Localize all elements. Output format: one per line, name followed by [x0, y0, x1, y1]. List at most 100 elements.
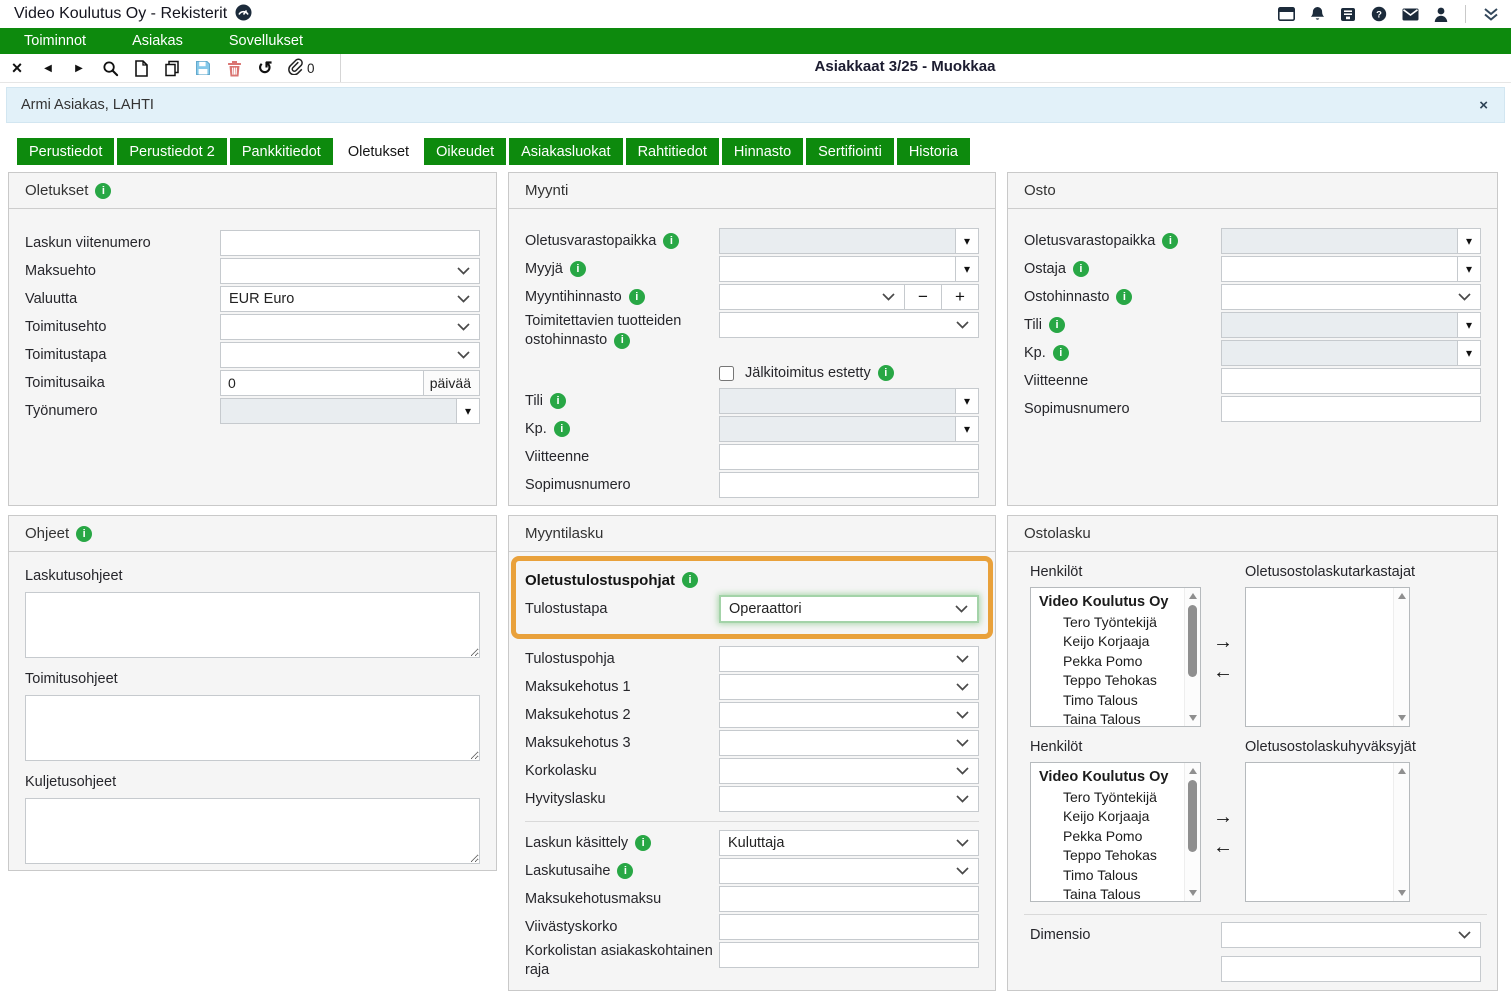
- myyja-dropdown-button[interactable]: ▾: [955, 256, 979, 282]
- henkilot-listbox-tarkastajat[interactable]: Video Koulutus Oy Tero Työntekijä Keijo …: [1030, 587, 1201, 727]
- info-icon[interactable]: i: [878, 365, 894, 381]
- mail-icon[interactable]: [1402, 8, 1419, 21]
- list-item[interactable]: Pekka Pomo: [1039, 652, 1180, 672]
- myynti-sopimusnumero-input[interactable]: [719, 472, 979, 498]
- list-item[interactable]: Teppo Tehokas: [1039, 846, 1180, 866]
- list-item[interactable]: Tero Työntekijä: [1039, 788, 1180, 808]
- list-item[interactable]: Timo Talous: [1039, 691, 1180, 711]
- copy-icon[interactable]: [163, 57, 181, 79]
- tab-pankkitiedot[interactable]: Pankkitiedot: [230, 138, 333, 165]
- scrollbar[interactable]: [1393, 763, 1409, 901]
- tulostuspohja-select[interactable]: [719, 646, 979, 672]
- ostohinnasto-select[interactable]: [1221, 284, 1481, 310]
- hyvaksyjat-listbox[interactable]: [1245, 762, 1410, 902]
- collapse-chevrons-icon[interactable]: [1483, 7, 1499, 21]
- menu-toiminnot[interactable]: Toiminnot: [24, 33, 86, 49]
- move-left-icon[interactable]: ←: [1213, 662, 1233, 682]
- list-item[interactable]: Taina Talous: [1039, 885, 1180, 902]
- info-icon[interactable]: i: [614, 333, 630, 349]
- help-icon[interactable]: ?: [1371, 6, 1387, 22]
- tab-asiakasluokat[interactable]: Asiakasluokat: [509, 138, 622, 165]
- toimitettavien-ostohinnasto-select[interactable]: [719, 312, 979, 338]
- info-icon[interactable]: i: [629, 289, 645, 305]
- cutoff-input[interactable]: [1221, 956, 1481, 982]
- tab-oikeudet[interactable]: Oikeudet: [424, 138, 506, 165]
- myynti-oletusvarastopaikka-dropdown-button[interactable]: ▾: [955, 228, 979, 254]
- nav-prev-icon[interactable]: ◀: [39, 57, 57, 79]
- myynti-tili-combobox[interactable]: [719, 388, 955, 414]
- scroll-down-icon[interactable]: [1398, 890, 1406, 896]
- tab-sertifiointi[interactable]: Sertifiointi: [806, 138, 894, 165]
- myyntihinnasto-increment-button[interactable]: +: [941, 284, 979, 310]
- info-icon[interactable]: i: [76, 526, 92, 542]
- scroll-up-icon[interactable]: [1398, 768, 1406, 774]
- list-item-company[interactable]: Video Koulutus Oy: [1039, 593, 1180, 613]
- user-icon[interactable]: [1434, 7, 1448, 22]
- scroll-up-icon[interactable]: [1189, 593, 1197, 599]
- scroll-down-icon[interactable]: [1189, 890, 1197, 896]
- move-left-icon[interactable]: ←: [1213, 837, 1233, 857]
- scroll-up-icon[interactable]: [1398, 593, 1406, 599]
- move-right-icon[interactable]: →: [1213, 632, 1233, 652]
- window-icon[interactable]: [1278, 7, 1295, 21]
- attachments-button[interactable]: 0: [287, 58, 315, 78]
- laskun-viitenumero-input[interactable]: [220, 230, 480, 256]
- kuljetusohjeet-textarea[interactable]: [25, 798, 480, 864]
- info-icon[interactable]: i: [1053, 345, 1069, 361]
- bell-icon[interactable]: [1310, 6, 1325, 22]
- scrollbar[interactable]: [1184, 588, 1200, 726]
- osto-oletusvarastopaikka-combobox[interactable]: [1221, 228, 1457, 254]
- laskutusaihe-select[interactable]: [719, 858, 979, 884]
- info-icon[interactable]: i: [682, 572, 698, 588]
- info-icon[interactable]: i: [635, 835, 651, 851]
- tyonumero-dropdown-button[interactable]: ▾: [456, 398, 480, 424]
- tab-perustiedot-2[interactable]: Perustiedot 2: [117, 138, 226, 165]
- henkilot-listbox-hyvaksyjat[interactable]: Video Koulutus Oy Tero Työntekijä Keijo …: [1030, 762, 1201, 902]
- viivastyskorko-input[interactable]: [719, 914, 979, 940]
- menu-sovellukset[interactable]: Sovellukset: [229, 33, 303, 49]
- dimensio-select[interactable]: [1221, 922, 1481, 948]
- maksuehto-select[interactable]: [220, 258, 480, 284]
- osto-tili-dropdown-button[interactable]: ▾: [1457, 312, 1481, 338]
- list-item[interactable]: Teppo Tehokas: [1039, 671, 1180, 691]
- myynti-kp-dropdown-button[interactable]: ▾: [955, 416, 979, 442]
- scroll-thumb[interactable]: [1188, 605, 1197, 677]
- list-item[interactable]: Tero Työntekijä: [1039, 613, 1180, 633]
- myynti-viitteenne-input[interactable]: [719, 444, 979, 470]
- info-icon[interactable]: i: [1162, 233, 1178, 249]
- toimitusehto-select[interactable]: [220, 314, 480, 340]
- toolbar-close-icon[interactable]: ×: [8, 57, 26, 79]
- osto-viitteenne-input[interactable]: [1221, 368, 1481, 394]
- delete-icon[interactable]: [225, 57, 243, 79]
- info-icon[interactable]: i: [95, 183, 111, 199]
- list-item[interactable]: Keijo Korjaaja: [1039, 807, 1180, 827]
- osto-kp-combobox[interactable]: [1221, 340, 1457, 366]
- info-icon[interactable]: i: [617, 863, 633, 879]
- maksukehotus1-select[interactable]: [719, 674, 979, 700]
- osto-sopimusnumero-input[interactable]: [1221, 396, 1481, 422]
- toimitusaika-input[interactable]: [220, 370, 424, 396]
- info-icon[interactable]: i: [550, 393, 566, 409]
- valuutta-select[interactable]: EUR Euro: [220, 286, 480, 312]
- ostaja-dropdown-button[interactable]: ▾: [1457, 256, 1481, 282]
- tab-rahtitiedot[interactable]: Rahtitiedot: [626, 138, 719, 165]
- scroll-thumb[interactable]: [1188, 780, 1197, 852]
- list-item[interactable]: Taina Talous: [1039, 710, 1180, 727]
- korkolasku-select[interactable]: [719, 758, 979, 784]
- scroll-down-icon[interactable]: [1189, 715, 1197, 721]
- scroll-down-icon[interactable]: [1398, 715, 1406, 721]
- myyja-combobox[interactable]: [719, 256, 955, 282]
- move-right-icon[interactable]: →: [1213, 807, 1233, 827]
- info-icon[interactable]: i: [1073, 261, 1089, 277]
- tab-oletukset[interactable]: Oletukset: [336, 138, 421, 165]
- list-item[interactable]: Timo Talous: [1039, 866, 1180, 886]
- list-item[interactable]: Keijo Korjaaja: [1039, 632, 1180, 652]
- toimitusohjeet-textarea[interactable]: [25, 695, 480, 761]
- myynti-kp-combobox[interactable]: [719, 416, 955, 442]
- maksukehotus2-select[interactable]: [719, 702, 979, 728]
- maksukehotusmaksu-input[interactable]: [719, 886, 979, 912]
- info-icon[interactable]: i: [554, 421, 570, 437]
- card-icon[interactable]: [1340, 7, 1356, 22]
- info-icon[interactable]: i: [663, 233, 679, 249]
- laskutusohjeet-textarea[interactable]: [25, 592, 480, 658]
